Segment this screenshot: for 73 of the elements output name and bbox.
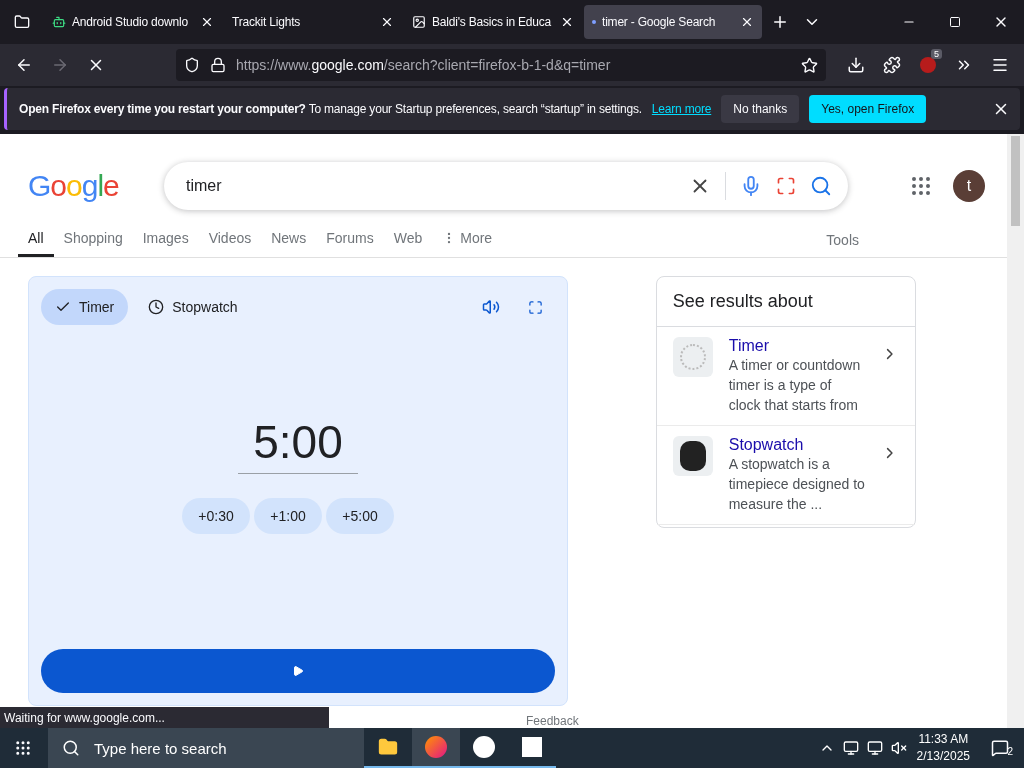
feedback-link[interactable]: Feedback [526,714,579,728]
search-tab[interactable]: Images [132,210,199,257]
browser-tab[interactable]: Android Studio downlo [44,5,222,39]
taskbar-search-field[interactable]: Type here to search [48,728,364,768]
browser-tab[interactable]: Trackit Lights [224,5,402,39]
loading-dot-icon [592,20,596,24]
volume-muted-icon[interactable] [890,740,907,756]
stopwatch-thumbnail [672,436,713,476]
extension-button[interactable]: 5 [912,49,944,81]
tab-title: Trackit Lights [232,15,302,29]
apps-grid-icon[interactable] [909,174,933,198]
tools-link[interactable]: Tools [826,219,859,248]
bookmark-star-icon[interactable] [801,56,818,74]
search-icon [62,739,80,757]
result-item[interactable]: Stopwatch A stopwatch is a timepiece designed to measure the ... [656,426,915,525]
search-tab[interactable]: Shopping [53,210,133,257]
close-icon[interactable] [200,15,214,29]
speech-bubble-icon [991,739,1009,757]
shield-icon [184,57,200,73]
close-icon[interactable] [560,15,574,29]
close-icon[interactable] [740,15,754,29]
tab-title: timer - Google Search [602,15,717,29]
play-icon [292,665,304,677]
search-tab[interactable]: News [261,210,317,257]
browser-tab[interactable]: timer - Google Search [584,5,762,39]
extension-badge: 5 [931,49,942,59]
url-text: https://www.google.com/search?client=firefox-b-1-d&q=timer [236,57,611,73]
search-tab[interactable]: Videos [198,210,262,257]
tab-title: Android Studio downlo [72,15,189,29]
taskbar-clock[interactable]: 11:33 AM 2/13/2025 [916,731,970,765]
tab-title: Baldi's Basics in Educa [432,15,553,29]
search-query: timer [186,177,223,195]
volume-icon[interactable] [482,298,500,316]
search-tab[interactable]: Web [383,210,433,257]
mode-tab[interactable]: Stopwatch [134,289,252,325]
monitor-icon[interactable] [842,740,859,756]
google-logo[interactable]: Google [28,169,164,203]
search-placeholder: Type here to search [94,739,227,757]
address-bar[interactable]: https://www.google.com/search?client=firefox-b-1-d&q=timer [176,49,826,81]
search-tab[interactable]: All [18,210,54,257]
start-button[interactable] [41,649,555,693]
search-tab[interactable]: More [432,210,503,257]
result-title: Stopwatch [728,436,805,454]
confirm-button[interactable]: Yes, open Firefox [809,95,927,123]
circle-icon [920,57,936,73]
dismiss-button[interactable]: No thanks [721,95,800,123]
timer-display[interactable]: 5:00 [238,415,358,474]
search-icon[interactable] [810,175,832,197]
notification-message: Open Firefox every time you restart your computer? To manage your Startup preferences, search “startup” in settings. [19,102,642,116]
fullscreen-icon[interactable] [528,299,543,315]
browser-tab[interactable]: Baldi's Basics in Educa [404,5,582,39]
account-avatar[interactable]: t [953,170,985,202]
lock-icon [210,57,226,73]
result-item[interactable]: Timer A timer or countdown timer is a type of clock that starts from [656,327,915,426]
add-time-button[interactable]: +0:30 [182,498,250,534]
result-description: A timer or countdown timer is a type of clock that starts from [728,356,862,415]
page-thumbnail-icon [412,15,426,29]
add-time-button[interactable]: +1:00 [254,498,322,534]
notification-count: 2 [1006,746,1014,757]
panel-title: See results about [656,277,915,327]
android-icon [52,15,66,29]
result-title: Timer [728,337,770,355]
mode-tab[interactable]: Timer [41,289,129,325]
timer-thumbnail [672,337,713,377]
learn-more-link[interactable]: Learn more [651,102,712,116]
result-description: A stopwatch is a timepiece designed to measure the ... [728,455,866,514]
scrollbar[interactable] [1007,134,1024,728]
status-text: Waiting for www.google.com... [0,707,329,728]
close-icon[interactable] [380,15,394,29]
add-time-button[interactable]: +5:00 [326,498,394,534]
clock-icon [148,299,165,315]
search-field[interactable]: timer [164,162,848,210]
search-tab[interactable]: Forums [316,210,384,257]
